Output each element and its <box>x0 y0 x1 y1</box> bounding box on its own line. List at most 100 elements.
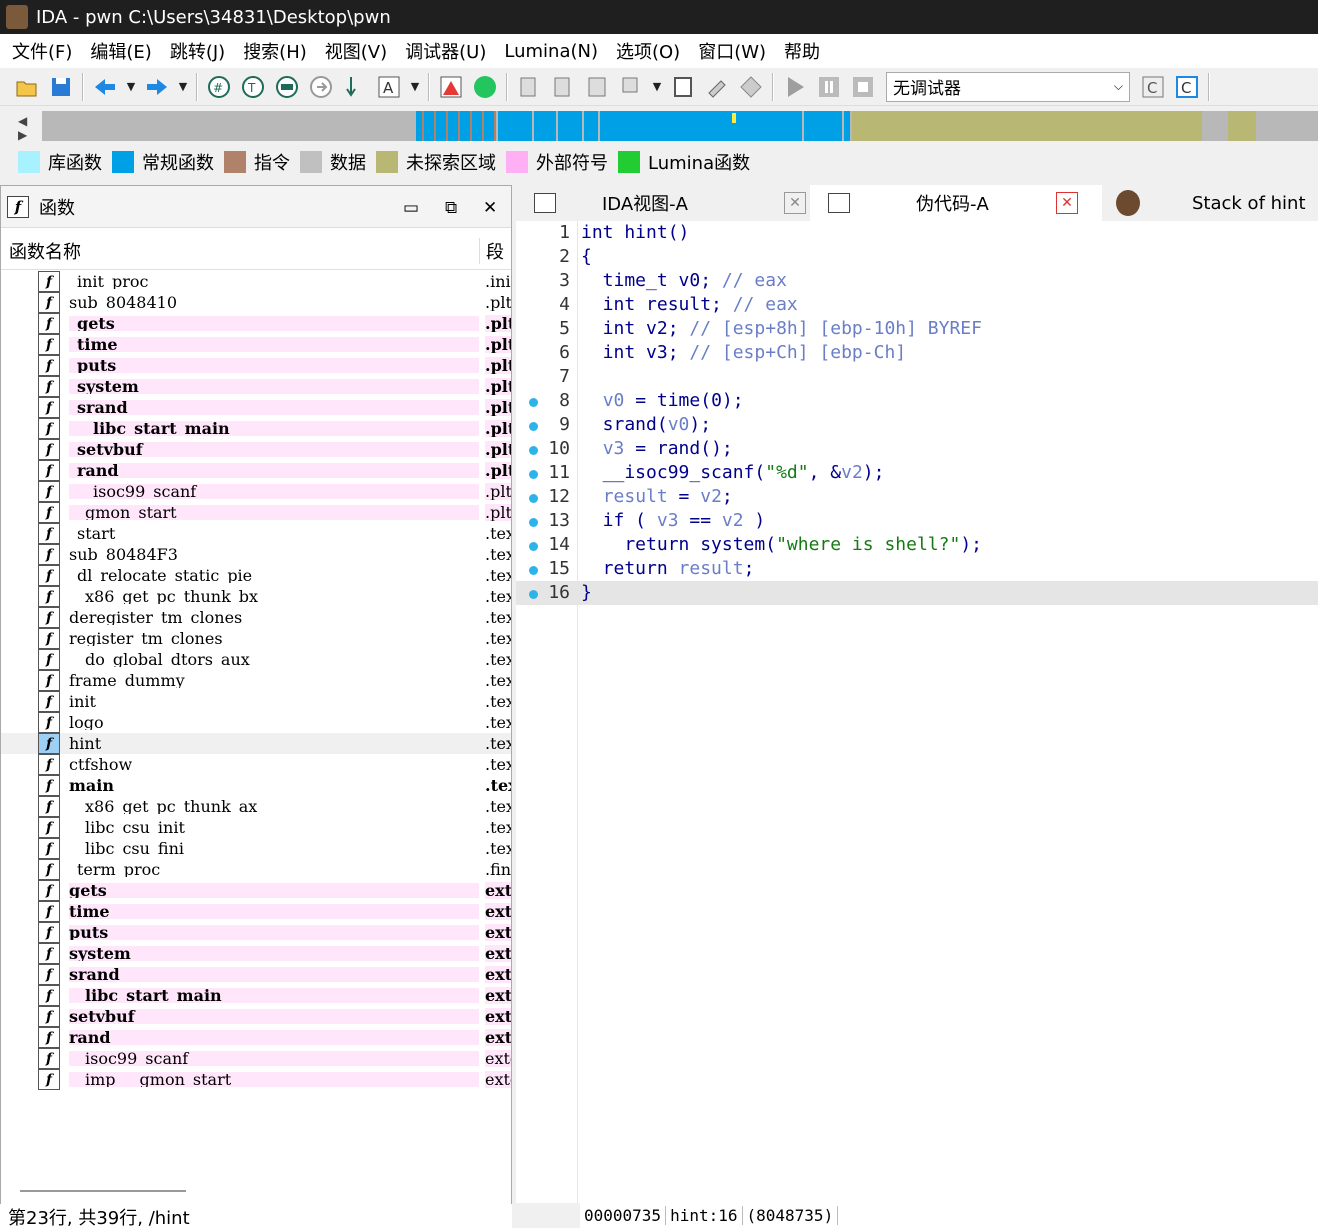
forward-dropdown-icon[interactable]: ▼ <box>177 73 189 101</box>
function-row[interactable]: fmain .text <box>1 775 511 796</box>
function-row[interactable]: f ctfshow .text <box>1 754 511 775</box>
function-row[interactable]: fgets extern <box>1 880 511 901</box>
close-icon[interactable]: ✕ <box>1056 192 1078 214</box>
function-row[interactable]: f ___isoc99_scanf .plt <box>1 481 511 502</box>
code-line[interactable]: 1 int hint() <box>516 221 1318 245</box>
back-arrow-icon[interactable] <box>91 73 119 101</box>
font-dropdown-icon[interactable]: ▼ <box>409 73 421 101</box>
undefine-icon[interactable] <box>669 73 697 101</box>
pseudocode-view[interactable]: 1 int hint() 2{3 time_t v0; // eax 4 int re… <box>516 221 1318 1203</box>
open-folder-icon[interactable] <box>13 73 41 101</box>
debugger-select[interactable]: 无调试器 ⌵ <box>886 71 1130 102</box>
code-line[interactable]: 7 <box>516 365 1318 389</box>
horizontal-scrollbar[interactable] <box>20 1190 186 1192</box>
function-row[interactable]: f _init_proc .init <box>1 271 511 292</box>
function-row[interactable]: f __isoc99_scanf extern <box>1 1048 511 1069</box>
function-row[interactable]: f _start .text <box>1 523 511 544</box>
code-line[interactable]: 6 int v3; // [esp+Ch] [ebp-Ch] <box>516 341 1318 365</box>
menu-jump[interactable]: 跳转(J) <box>164 38 237 64</box>
navigation-band[interactable]: ◀ ▶ <box>0 106 1318 146</box>
data-icon[interactable] <box>549 73 577 101</box>
green-circle-icon[interactable] <box>471 73 499 101</box>
function-row[interactable]: f ___libc_start_main .plt <box>1 418 511 439</box>
menu-edit[interactable]: 编辑(E) <box>84 38 163 64</box>
function-row[interactable]: f __x86_get_pc_thunk_ax .text <box>1 796 511 817</box>
close-icon[interactable]: ✕ <box>483 198 497 218</box>
menu-search[interactable]: 搜索(H) <box>237 38 319 64</box>
function-row[interactable]: ftime extern <box>1 901 511 922</box>
stop-icon[interactable] <box>849 73 877 101</box>
function-row[interactable]: f _time .plt <box>1 334 511 355</box>
function-row[interactable]: finit .text <box>1 691 511 712</box>
tab-stack-of-hint[interactable]: Stack of hint <box>1116 185 1318 221</box>
function-row[interactable]: f __do_global_dtors_aux .text <box>1 649 511 670</box>
function-row[interactable]: f __imp___gmon_start__ extern <box>1 1069 511 1090</box>
function-row[interactable]: f _setvbuf .plt <box>1 439 511 460</box>
function-row[interactable]: f _term_proc .fini <box>1 859 511 880</box>
array-dropdown-icon[interactable]: ▼ <box>651 73 663 101</box>
function-row[interactable]: f __libc_start_main extern <box>1 985 511 1006</box>
function-row[interactable]: f _srand .plt <box>1 397 511 418</box>
code-line[interactable]: 4 int result; // eax <box>516 293 1318 317</box>
code-line[interactable]: 5 int v2; // [esp+8h] [ebp-10h] BYREF <box>516 317 1318 341</box>
function-row[interactable]: f _puts .plt <box>1 355 511 376</box>
nav-band-bar[interactable] <box>42 111 1318 141</box>
function-row[interactable]: fsrand extern <box>1 964 511 985</box>
function-row[interactable]: f sub_8048410 .plt <box>1 292 511 313</box>
function-row[interactable]: f __x86_get_pc_thunk_bx .text <box>1 586 511 607</box>
function-row[interactable]: f _rand .plt <box>1 460 511 481</box>
code-icon[interactable] <box>515 73 543 101</box>
function-row[interactable]: fputs extern <box>1 922 511 943</box>
binary-view-icon[interactable] <box>273 73 301 101</box>
code-line[interactable]: 16} <box>516 581 1318 605</box>
code-line[interactable]: 9 srand(v0); <box>516 413 1318 437</box>
code-line[interactable]: 13 if ( v3 == v2 ) <box>516 509 1318 533</box>
decompile-icon[interactable]: C <box>1139 73 1167 101</box>
function-row[interactable]: f setvbuf extern <box>1 1006 511 1027</box>
code-line[interactable]: 14 return system("where is shell?"); <box>516 533 1318 557</box>
tab-pseudocode[interactable]: 伪代码-A ✕ <box>810 185 1102 221</box>
function-row[interactable]: f _gets .plt <box>1 313 511 334</box>
tab-ida-view[interactable]: IDA视图-A ✕ <box>534 185 810 221</box>
array-icon[interactable] <box>617 73 645 101</box>
play-icon[interactable] <box>781 73 809 101</box>
export-icon[interactable] <box>307 73 335 101</box>
menu-view[interactable]: 视图(V) <box>319 38 399 64</box>
functions-list[interactable]: f _init_proc .init f sub_8048410 .plt f _gets .p… <box>1 271 511 1090</box>
function-row[interactable]: fhint .text <box>1 733 511 754</box>
code-line[interactable]: 10 v3 = rand(); <box>516 437 1318 461</box>
column-segment[interactable]: 段 <box>479 237 504 264</box>
code-line[interactable]: 8 v0 = time(0); <box>516 389 1318 413</box>
diamond-icon[interactable] <box>737 73 765 101</box>
edit-icon[interactable] <box>703 73 731 101</box>
struct-icon[interactable] <box>583 73 611 101</box>
hex-view-icon[interactable]: # <box>205 73 233 101</box>
code-line[interactable]: 2{ <box>516 245 1318 269</box>
function-row[interactable]: f _system .plt <box>1 376 511 397</box>
refresh-decompile-icon[interactable]: C <box>1173 73 1201 101</box>
column-function-name[interactable]: 函数名称 <box>1 238 479 264</box>
nav-band-arrows-icon[interactable]: ◀ ▶ <box>18 114 27 142</box>
forward-arrow-icon[interactable] <box>143 73 171 101</box>
code-line[interactable]: 15 return result; <box>516 557 1318 581</box>
function-row[interactable]: f register_tm_clones .text <box>1 628 511 649</box>
code-line[interactable]: 3 time_t v0; // eax <box>516 269 1318 293</box>
code-line[interactable]: 11 __isoc99_scanf("%d", &v2); <box>516 461 1318 485</box>
function-row[interactable]: f __libc_csu_init .text <box>1 817 511 838</box>
pause-icon[interactable] <box>815 73 843 101</box>
function-row[interactable]: f __libc_csu_fini .text <box>1 838 511 859</box>
back-dropdown-icon[interactable]: ▼ <box>125 73 137 101</box>
menu-options[interactable]: 选项(O) <box>610 38 692 64</box>
jump-down-icon[interactable] <box>341 73 369 101</box>
function-row[interactable]: f deregister_tm_clones .text <box>1 607 511 628</box>
function-row[interactable]: f _dl_relocate_static_pie .text <box>1 565 511 586</box>
menu-lumina[interactable]: Lumina(N) <box>498 41 610 62</box>
function-row[interactable]: f frame_dummy .text <box>1 670 511 691</box>
maximize-icon[interactable]: ▭ <box>403 198 419 218</box>
menu-debugger[interactable]: 调试器(U) <box>399 38 498 64</box>
menu-file[interactable]: 文件(F) <box>6 38 84 64</box>
function-row[interactable]: f __gmon_start__ .plt <box>1 502 511 523</box>
text-view-icon[interactable]: T <box>239 73 267 101</box>
code-line[interactable]: 12 result = v2; <box>516 485 1318 509</box>
graph-icon[interactable] <box>437 73 465 101</box>
